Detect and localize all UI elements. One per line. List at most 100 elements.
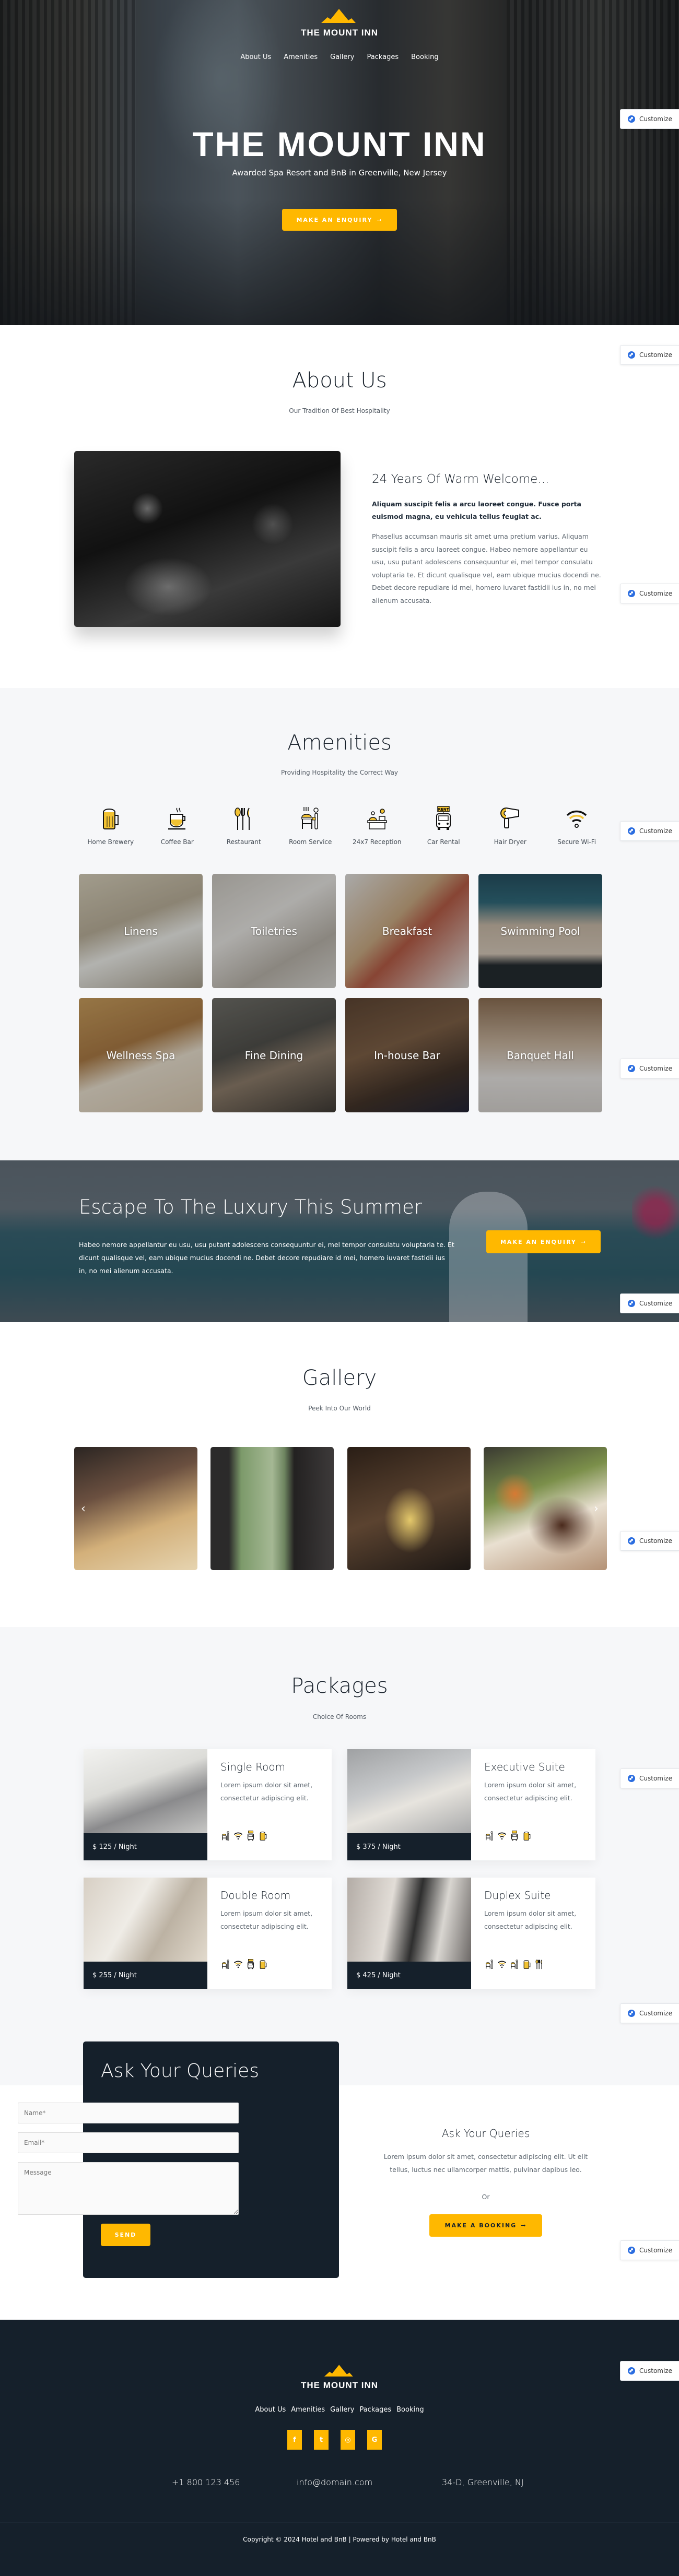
escape-enquiry-button[interactable]: MAKE AN ENQUIRY ➞ xyxy=(486,1230,601,1253)
palette-icon xyxy=(628,590,635,597)
nav-about-us[interactable]: About Us xyxy=(240,53,271,61)
footer-nav-about-us[interactable]: About Us xyxy=(255,2406,286,2414)
tile-linens[interactable]: Linens xyxy=(79,874,203,988)
gallery-image-chef[interactable] xyxy=(74,1447,197,1570)
package-card[interactable]: $ 255 / Night Double Room Lorem ipsum dolo… xyxy=(84,1878,332,1989)
package-card[interactable]: $ 425 / Night Duplex Suite Lorem ipsum dol… xyxy=(347,1878,595,1989)
footer-logo-text: THE MOUNT INN xyxy=(300,2380,379,2390)
tile-wellness-spa[interactable]: Wellness Spa xyxy=(79,998,203,1112)
tile-fine-dining[interactable]: Fine Dining xyxy=(212,998,336,1112)
amenities-subtitle: Providing Hospitality the Correct Way xyxy=(280,769,399,776)
footer-nav-booking[interactable]: Booking xyxy=(396,2406,424,2414)
banner-arch xyxy=(449,1192,528,1322)
twitter-icon[interactable]: t xyxy=(314,2430,329,2450)
facebook-icon[interactable]: f xyxy=(287,2430,302,2450)
about-heading: 24 Years Of Warm Welcome... xyxy=(372,472,549,486)
customize-button[interactable]: Customize xyxy=(620,1531,679,1551)
hero-subtitle: Awarded Spa Resort and BnB in Greenville… xyxy=(232,168,447,177)
query-form-title: Ask Your Queries xyxy=(101,2060,259,2082)
gallery-image-champagne[interactable] xyxy=(347,1447,471,1570)
gallery-image-steak[interactable] xyxy=(484,1447,607,1570)
customize-button[interactable]: Customize xyxy=(620,1059,679,1078)
customize-label: Customize xyxy=(639,2247,672,2254)
customize-button[interactable]: Customize xyxy=(620,1293,679,1313)
package-desc: Lorem ipsum dolor sit amet, consectetur … xyxy=(484,1909,577,1930)
package-card[interactable]: $ 125 / Night Single Room Lorem ipsum dolo… xyxy=(84,1749,332,1860)
footer-nav-gallery[interactable]: Gallery xyxy=(330,2406,354,2414)
tile-banquet-hall[interactable]: Banquet Hall xyxy=(478,998,602,1112)
tile-in-house-bar[interactable]: In-house Bar xyxy=(345,998,469,1112)
hero-title: THE MOUNT INN xyxy=(192,125,487,163)
package-desc: Lorem ipsum dolor sit amet, consectetur … xyxy=(220,1909,313,1930)
package-amenity-icons xyxy=(484,1959,545,1972)
name-input[interactable] xyxy=(18,2103,239,2123)
google-icon[interactable]: G xyxy=(367,2430,382,2450)
message-textarea[interactable] xyxy=(18,2162,239,2215)
gallery-prev-arrow[interactable]: ‹ xyxy=(81,1502,86,1515)
tile-label: Banquet Hall xyxy=(507,1049,574,1062)
mountain-logo-icon xyxy=(324,2365,353,2377)
booking-right-body: Lorem ipsum dolor sit amet, consectetur … xyxy=(383,2153,588,2174)
package-image-block: $ 255 / Night xyxy=(84,1878,207,1989)
hero-enquiry-button[interactable]: MAKE AN ENQUIRY ➞ xyxy=(282,209,397,231)
package-body: Double Room Lorem ipsum dolor sit amet, c… xyxy=(207,1878,332,1989)
footer-nav: About Us Amenities Gallery Packages Book… xyxy=(0,2406,679,2414)
header-logo[interactable]: THE MOUNT INN xyxy=(0,9,679,38)
package-price: $ 375 / Night xyxy=(347,1833,471,1860)
package-photo xyxy=(84,1749,207,1833)
package-card[interactable]: $ 375 / Night Executive Suite Lorem ipsum … xyxy=(347,1749,595,1860)
send-button[interactable]: SEND xyxy=(101,2224,150,2246)
footer-phone[interactable]: +1 800 123 456 xyxy=(172,2477,240,2487)
customize-button[interactable]: Customize xyxy=(620,109,679,129)
wifi-icon xyxy=(233,1959,243,1972)
package-amenity-icons xyxy=(220,1959,268,1972)
customize-button[interactable]: Customize xyxy=(620,821,679,841)
customize-button[interactable]: Customize xyxy=(620,345,679,365)
beer-mug-icon xyxy=(102,809,119,829)
customize-button[interactable]: Customize xyxy=(620,584,679,603)
footer-email[interactable]: info@domain.com xyxy=(297,2477,372,2487)
nav-gallery[interactable]: Gallery xyxy=(330,53,354,61)
footer-logo[interactable]: THE MOUNT INN xyxy=(0,2364,679,2391)
footer-address: 34-D, Greenville, NJ xyxy=(442,2477,524,2487)
amenity-restaurant: Restaurant xyxy=(210,806,277,846)
package-photo xyxy=(84,1878,207,1962)
customize-button[interactable]: Customize xyxy=(620,2240,679,2260)
booking-right-title: Ask Your Queries xyxy=(441,2127,530,2140)
about-body: Phasellus accumsan mauris sit amet urna … xyxy=(372,532,601,604)
copyright: Copyright © 2024 Hotel and BnB | Powered… xyxy=(243,2536,436,2543)
instagram-icon[interactable]: ◎ xyxy=(341,2430,355,2450)
customize-button[interactable]: Customize xyxy=(620,1768,679,1788)
email-input[interactable] xyxy=(18,2132,239,2153)
customize-label: Customize xyxy=(639,2010,672,2017)
package-name: Executive Suite xyxy=(484,1761,565,1773)
cutlery-icon xyxy=(534,1959,545,1972)
customize-label: Customize xyxy=(639,115,672,123)
room-service-icon xyxy=(220,1831,231,1843)
beer-mug-icon xyxy=(258,1959,268,1972)
tile-swimming-pool[interactable]: Swimming Pool xyxy=(478,874,602,988)
nav-amenities[interactable]: Amenities xyxy=(284,53,318,61)
package-image-block: $ 375 / Night xyxy=(347,1749,471,1860)
tile-breakfast[interactable]: Breakfast xyxy=(345,874,469,988)
beer-mug-icon xyxy=(522,1831,532,1843)
tile-label: Toiletries xyxy=(251,924,297,937)
escape-enquiry-label: MAKE AN ENQUIRY xyxy=(500,1238,577,1245)
tile-toiletries[interactable]: Toiletries xyxy=(212,874,336,988)
package-desc: Lorem ipsum dolor sit amet, consectetur … xyxy=(484,1781,577,1802)
footer-nav-amenities[interactable]: Amenities xyxy=(291,2406,325,2414)
gallery-image-window[interactable] xyxy=(210,1447,334,1570)
palette-icon xyxy=(628,2010,635,2017)
customize-button[interactable]: Customize xyxy=(620,2003,679,2023)
customize-label: Customize xyxy=(639,590,672,597)
footer-nav-packages[interactable]: Packages xyxy=(359,2406,391,2414)
amenity-car-rental: RENT Car Rental xyxy=(411,806,477,846)
package-price: $ 255 / Night xyxy=(84,1962,207,1989)
nav-booking[interactable]: Booking xyxy=(411,53,438,61)
gallery-next-arrow[interactable]: › xyxy=(594,1502,599,1515)
make-booking-button[interactable]: MAKE A BOOKING ➞ xyxy=(429,2214,542,2237)
reception-desk-icon xyxy=(367,809,387,829)
tile-label: Wellness Spa xyxy=(106,1049,175,1062)
room-service-icon xyxy=(484,1831,495,1843)
nav-packages[interactable]: Packages xyxy=(367,53,399,61)
